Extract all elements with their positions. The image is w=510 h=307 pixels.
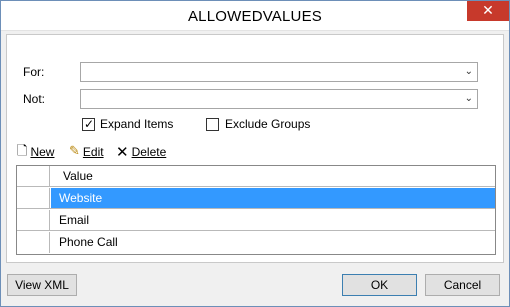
not-label: Not: — [23, 92, 46, 106]
not-combobox[interactable]: ⌄ — [80, 89, 478, 109]
value-cell[interactable]: Phone Call — [51, 232, 495, 253]
value-cell[interactable]: Email — [51, 210, 495, 230]
new-document-icon: 🗋 — [17, 144, 28, 159]
view-xml-button[interactable]: View XML — [7, 274, 77, 296]
chevron-down-icon[interactable]: ⌄ — [465, 93, 473, 104]
for-label: For: — [23, 65, 45, 79]
edit-button[interactable]: ✎ Edit — [69, 144, 104, 160]
delete-button[interactable]: ✕ Delete — [116, 144, 166, 160]
value-cell[interactable]: Website — [51, 188, 495, 208]
row-header[interactable] — [17, 232, 50, 253]
delete-label: Delete — [131, 145, 167, 159]
checkmark-icon: ✓ — [84, 117, 95, 131]
grid-header-row: Value — [17, 166, 495, 187]
dialog-content: For: ⌄ Not: ⌄ ✓ Expand Items Exclude Gro… — [6, 34, 504, 263]
grid-toolbar: 🗋 New ✎ Edit ✕ Delete — [7, 141, 503, 163]
table-row[interactable]: Phone Call — [17, 232, 495, 253]
edit-label: Edit — [82, 145, 104, 159]
expand-items-label[interactable]: Expand Items — [100, 117, 173, 131]
table-row[interactable]: Email — [17, 210, 495, 231]
values-grid[interactable]: Value Website Email Phone Call — [16, 165, 496, 255]
exclude-groups-label[interactable]: Exclude Groups — [225, 117, 310, 131]
title-bar[interactable]: ALLOWEDVALUES ✕ — [1, 1, 509, 31]
close-icon: ✕ — [482, 3, 494, 19]
close-button[interactable]: ✕ — [467, 1, 509, 21]
new-label: New — [30, 145, 55, 159]
row-header[interactable] — [17, 210, 50, 230]
row-header-corner — [17, 166, 50, 186]
table-row[interactable]: Website — [17, 188, 495, 209]
allowedvalues-dialog: ALLOWEDVALUES ✕ For: ⌄ Not: ⌄ ✓ Expand I… — [0, 0, 510, 307]
pencil-icon: ✎ — [69, 144, 80, 159]
column-header-value[interactable]: Value — [51, 166, 495, 186]
for-combobox[interactable]: ⌄ — [80, 62, 478, 82]
expand-items-checkbox[interactable]: ✓ — [82, 117, 95, 131]
window-title: ALLOWEDVALUES — [187, 8, 323, 25]
row-header[interactable] — [17, 188, 50, 208]
delete-x-icon: ✕ — [116, 143, 129, 161]
ok-button[interactable]: OK — [342, 274, 417, 296]
chevron-down-icon[interactable]: ⌄ — [465, 66, 473, 77]
cancel-button[interactable]: Cancel — [425, 274, 500, 296]
new-button[interactable]: 🗋 New — [17, 144, 54, 160]
exclude-groups-checkbox[interactable] — [206, 118, 219, 131]
